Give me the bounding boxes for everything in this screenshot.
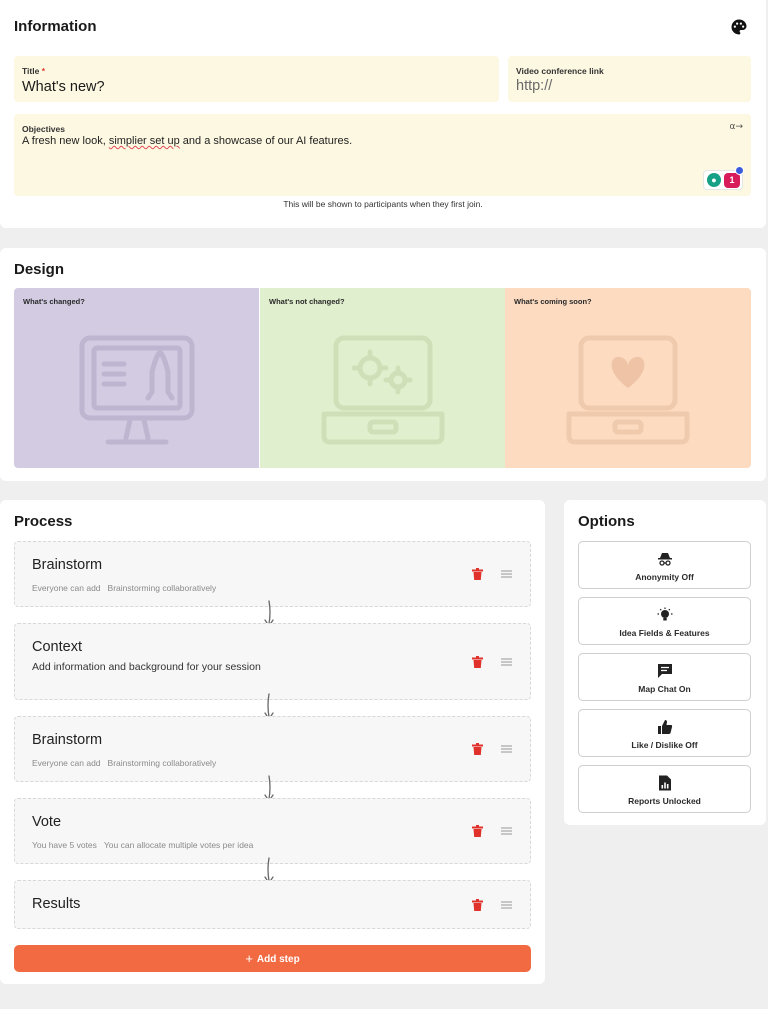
- translate-icon[interactable]: α→: [730, 122, 743, 132]
- step-description: Add information and background for your …: [32, 661, 261, 673]
- step-vote[interactable]: Vote You have 5 votes You can allocate mu…: [14, 798, 531, 864]
- information-card: Information Title * What's new? Video co…: [0, 0, 766, 228]
- drag-handle-icon[interactable]: [501, 745, 512, 753]
- video-link-input[interactable]: [516, 78, 736, 94]
- status-dot: [735, 166, 744, 175]
- laptop-heart-illustration-icon: [566, 335, 690, 445]
- information-heading: Information: [14, 18, 97, 35]
- video-conference-field[interactable]: Video conference link: [508, 56, 751, 102]
- option-idea-fields[interactable]: Idea Fields & Features: [578, 597, 751, 645]
- option-like-dislike[interactable]: Like / Dislike Off: [578, 709, 751, 757]
- title-field[interactable]: Title * What's new?: [14, 56, 499, 102]
- notification-badge[interactable]: 1: [724, 173, 740, 188]
- step-subtitle: You have 5 votes You can allocate multipl…: [32, 840, 254, 850]
- objectives-hint: This will be shown to participants when …: [283, 199, 483, 209]
- step-title: Brainstorm: [32, 732, 103, 748]
- plus-icon: +: [245, 951, 253, 966]
- extension-icons[interactable]: ● 1: [703, 166, 744, 190]
- option-label: Anonymity Off: [635, 572, 694, 582]
- objectives-field[interactable]: Objectives A fresh new look, simplier se…: [14, 114, 751, 196]
- thumbs-up-icon: [657, 720, 672, 734]
- panel-label: What's not changed?: [269, 297, 345, 306]
- trash-icon[interactable]: [472, 743, 483, 755]
- step-title: Brainstorm: [32, 557, 103, 573]
- design-heading: Design: [14, 261, 65, 278]
- grammar-extension-icon[interactable]: ●: [707, 173, 721, 187]
- step-subtitle: Everyone can add Brainstorming collaborat…: [32, 583, 217, 593]
- chat-icon: [657, 664, 672, 678]
- design-card: Design What's changed? What's not change…: [0, 248, 766, 481]
- objectives-value[interactable]: A fresh new look, simplier set up and a …: [22, 135, 352, 147]
- laptop-gears-illustration-icon: [321, 335, 444, 445]
- process-heading: Process: [14, 513, 73, 530]
- option-label: Like / Dislike Off: [631, 740, 698, 750]
- trash-icon[interactable]: [472, 656, 483, 668]
- step-title: Context: [32, 639, 82, 655]
- monitor-illustration-icon: [79, 335, 194, 445]
- title-value[interactable]: What's new?: [22, 79, 105, 95]
- step-title: Results: [32, 896, 81, 912]
- title-label: Title: [22, 66, 40, 76]
- drag-handle-icon[interactable]: [501, 570, 512, 578]
- step-brainstorm[interactable]: Brainstorm Everyone can add Brainstorming…: [14, 541, 531, 607]
- trash-icon[interactable]: [472, 568, 483, 580]
- step-brainstorm[interactable]: Brainstorm Everyone can add Brainstorming…: [14, 716, 531, 782]
- design-panel-coming-soon[interactable]: What's coming soon?: [505, 288, 751, 468]
- option-label: Map Chat On: [638, 684, 691, 694]
- trash-icon[interactable]: [472, 899, 483, 911]
- panel-label: What's changed?: [23, 297, 85, 306]
- process-card: Process Brainstorm Everyone can add Brain…: [0, 500, 545, 984]
- drag-handle-icon[interactable]: [501, 827, 512, 835]
- option-label: Idea Fields & Features: [619, 628, 710, 638]
- report-icon: [658, 775, 671, 791]
- step-context[interactable]: Context Add information and background f…: [14, 623, 531, 700]
- incognito-icon: [657, 553, 672, 566]
- option-reports[interactable]: Reports Unlocked: [578, 765, 751, 813]
- lightbulb-icon: [657, 607, 672, 621]
- design-panel-not-changed[interactable]: What's not changed?: [260, 288, 505, 468]
- add-step-button[interactable]: + Add step: [14, 945, 531, 972]
- option-label: Reports Unlocked: [628, 796, 701, 806]
- misspelled-word[interactable]: simplier set up: [109, 135, 180, 147]
- palette-icon[interactable]: [730, 18, 748, 36]
- option-anonymity[interactable]: Anonymity Off: [578, 541, 751, 589]
- options-card: Options Anonymity Off Idea Fields & Feat…: [564, 500, 766, 825]
- step-results[interactable]: Results: [14, 880, 531, 929]
- option-map-chat[interactable]: Map Chat On: [578, 653, 751, 701]
- panel-label: What's coming soon?: [514, 297, 592, 306]
- drag-handle-icon[interactable]: [501, 901, 512, 909]
- video-conference-label: Video conference link: [516, 66, 604, 76]
- step-title: Vote: [32, 814, 62, 830]
- objectives-label: Objectives: [22, 124, 65, 134]
- required-marker: *: [41, 66, 46, 76]
- trash-icon[interactable]: [472, 825, 483, 837]
- options-heading: Options: [578, 513, 635, 530]
- step-subtitle: Everyone can add Brainstorming collaborat…: [32, 758, 217, 768]
- design-panel-changed[interactable]: What's changed?: [14, 288, 259, 468]
- drag-handle-icon[interactable]: [501, 658, 512, 666]
